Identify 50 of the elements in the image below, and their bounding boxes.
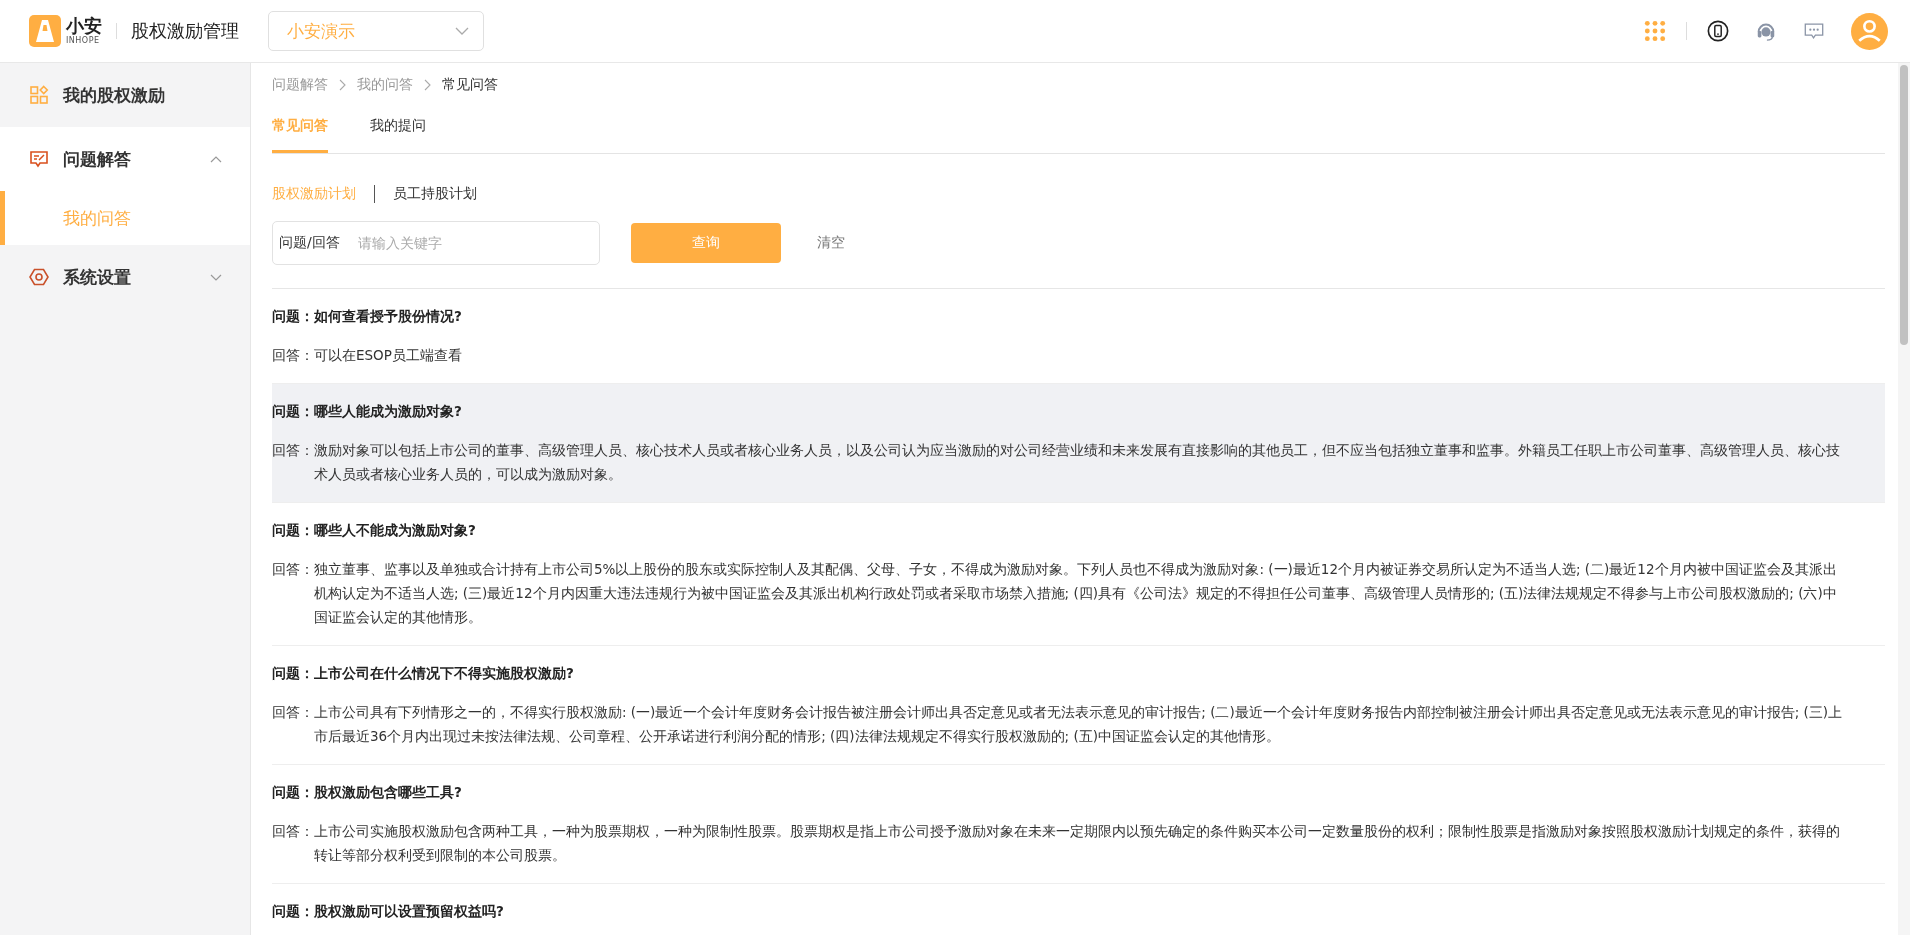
- question-text: 哪些人能成为激励对象?: [314, 403, 462, 419]
- plan-tab[interactable]: 员工持股计划: [393, 185, 477, 203]
- avatar-icon[interactable]: [1851, 12, 1888, 50]
- answer-text: 上市公司具有下列情形之一的，不得实行股权激励: (一)最近一个会计年度财务会计报告被注册会计师出具否定意见或者无法表示意见的审计报告; (二)最近一个会计年度财务报告内部控制被注册会计师出具否定意见或无法表示意见的审计报告; (三)上市后最近36个月内出现过未按法律法规、公司章程、公开承诺进行利润分配的情形; (四)法律法规规定不得实行股权激励的; (五)中国证监会认定的其他情形。: [314, 703, 1844, 746]
- question-label: 问题：: [272, 308, 314, 324]
- question-label: 问题：: [272, 665, 314, 681]
- answer-text: 激励对象可以包括上市公司的董事、高级管理人员、核心技术人员或者核心业务人员，以及公司认为应当激励的对公司经营业绩和未来发展有直接影响的其他员工，但不应当包括独立董事和监事。外籍员工任职上市公司董事、高级管理人员、核心技术人员或者核心业务人员的，可以成为激励对象。: [314, 441, 1841, 484]
- answer-text: 独立董事、监事以及单独或合计持有上市公司5%以上股份的股东或实际控制人及其配偶、父母、子女，不得成为激励对象。下列人员也不得成为激励对象: (一)最近12个月内被证券交易所认定为不适当人选; (二)最近12个月内被中国证监会及其派出机构认定为不适当人选; (三)最近12个月内因重大违法违规行为被中国证监会及其派出机构行政处罚或者采取市场禁入措施; (四)具有《公司法》规定的不得担任公司董事、高级管理人员情形的; (五)法律法规规定不得参与上市公司股权激励的; (六)中国证监会认定的其他情形。: [314, 560, 1838, 627]
- answer-label: 回答：: [272, 346, 314, 365]
- answer-label: 回答：: [272, 441, 314, 460]
- answer-label: 回答：: [272, 703, 314, 722]
- logo-icon: [29, 15, 61, 47]
- chevron-down-icon: [210, 273, 222, 281]
- question-text: 上市公司在什么情况下不得实施股权激励?: [314, 665, 574, 681]
- tab[interactable]: 我的提问: [370, 107, 426, 153]
- grid-icon: [29, 85, 49, 105]
- sidebar-group[interactable]: 系统设置: [0, 245, 250, 309]
- chevron-down-icon: [455, 27, 469, 35]
- logo-text: 小安: [66, 17, 102, 35]
- question-label: 问题：: [272, 522, 314, 538]
- chevron-right-icon: [339, 79, 346, 91]
- breadcrumb-item: 常见问答: [442, 76, 498, 94]
- chat-icon[interactable]: [1803, 20, 1825, 42]
- logo-subtext: INHOPE: [66, 37, 101, 45]
- clear-button[interactable]: 清空: [817, 234, 845, 252]
- sidebar-item[interactable]: 我的股权激励: [0, 63, 250, 127]
- answer-label: 回答：: [272, 822, 314, 841]
- hexagon-icon: [29, 267, 49, 287]
- question-label: 问题：: [272, 403, 314, 419]
- scrollbar-thumb[interactable]: [1900, 65, 1908, 345]
- question-label: 问题：: [272, 903, 314, 919]
- question-text: 股权激励可以设置预留权益吗?: [314, 903, 504, 919]
- chevron-right-icon: [424, 79, 431, 91]
- apps-grid-icon[interactable]: [1644, 20, 1666, 42]
- question-text: 哪些人不能成为激励对象?: [314, 522, 476, 538]
- phone-icon[interactable]: [1707, 20, 1729, 42]
- answer-label: 回答：: [272, 560, 314, 579]
- breadcrumb-item[interactable]: 问题解答: [272, 76, 328, 94]
- app-title: 股权激励管理: [131, 19, 239, 43]
- sidebar-group[interactable]: 问题解答: [0, 127, 250, 191]
- answer-text: 可以在ESOP员工端查看: [314, 346, 463, 365]
- chevron-up-icon: [210, 155, 222, 163]
- question-text: 如何查看授予股份情况?: [314, 308, 462, 324]
- message-edit-icon: [29, 149, 49, 169]
- question-text: 股权激励包含哪些工具?: [314, 784, 462, 800]
- answer-text: 上市公司实施股权激励包含两种工具，一种为股票期权，一种为限制性股票。股票期权是指上市公司授予激励对象在未来一定期限内以预先确定的条件购买本公司一定数量股份的权利；限制性股票是指激励对象按照股权激励计划规定的条件，获得的转让等部分权利受到限制的本公司股票。: [314, 822, 1841, 865]
- search-field[interactable]: 问题/回答 请输入关键字: [272, 221, 600, 265]
- question-label: 问题：: [272, 784, 314, 800]
- breadcrumb-item[interactable]: 我的问答: [357, 76, 413, 94]
- search-input[interactable]: 请输入关键字: [355, 234, 593, 252]
